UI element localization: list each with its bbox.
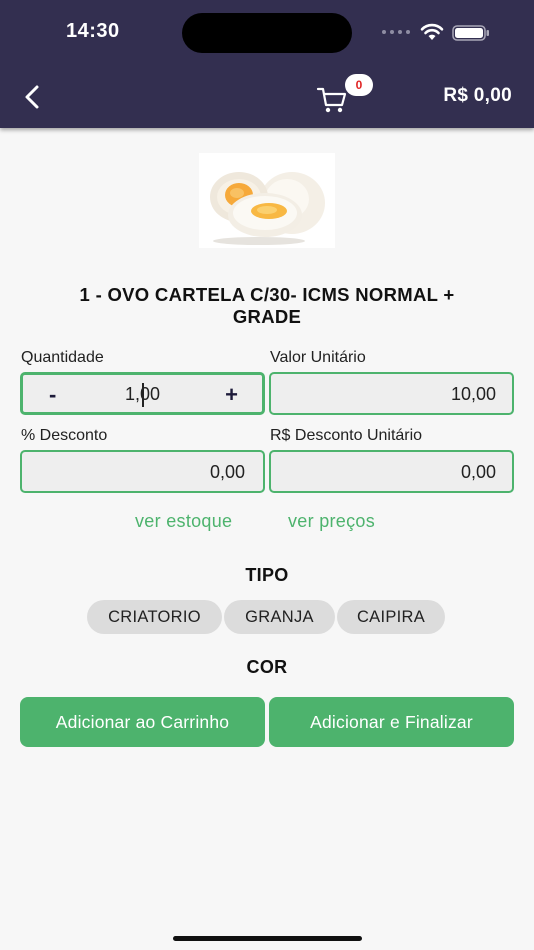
product-image	[199, 153, 335, 248]
discount-percent-value: 0,00	[209, 462, 245, 482]
cor-title: COR	[246, 657, 288, 677]
cart-icon	[316, 87, 347, 113]
app-header: 14:30 0 R$ 0,00	[0, 0, 534, 128]
back-arrow-icon[interactable]	[18, 82, 48, 112]
dynamic-island	[182, 13, 352, 53]
unit-price-value: 10,00	[450, 384, 496, 404]
tipo-chip-criatorio[interactable]: CRIATORIO	[87, 600, 222, 634]
view-stock-link[interactable]: ver estoque	[135, 511, 232, 532]
quantity-increase-button[interactable]: +	[225, 382, 238, 408]
signal-icon	[382, 30, 410, 36]
discount-percent-label: % Desconto	[21, 427, 108, 444]
battery-icon	[452, 25, 489, 41]
tipo-chip-granja[interactable]: GRANJA	[224, 600, 335, 634]
quantity-label: Quantidade	[21, 349, 104, 366]
cart-total: R$ 0,00	[443, 85, 512, 106]
status-icons	[382, 22, 492, 44]
cart-count-badge: 0	[345, 74, 373, 96]
home-indicator	[173, 936, 362, 941]
product-title-line1: 1 - OVO CARTELA C/30- ICMS NORMAL +	[79, 284, 455, 305]
unit-price-field[interactable]: 10,00	[269, 372, 514, 415]
cart-button[interactable]: 0	[316, 74, 376, 120]
view-prices-link[interactable]: ver preços	[288, 511, 375, 532]
tipo-chip-caipira[interactable]: CAIPIRA	[337, 600, 445, 634]
product-title: 1 - OVO CARTELA C/30- ICMS NORMAL + GRAD…	[20, 284, 514, 328]
discount-unit-field[interactable]: 0,00	[269, 450, 514, 493]
unit-price-label: Valor Unitário	[270, 349, 366, 366]
wifi-icon	[420, 23, 444, 40]
quantity-stepper[interactable]: - 1,00 +	[20, 372, 265, 415]
add-and-finish-button[interactable]: Adicionar e Finalizar	[269, 697, 514, 747]
discount-unit-value: 0,00	[460, 462, 496, 482]
add-to-cart-button[interactable]: Adicionar ao Carrinho	[20, 697, 265, 747]
discount-percent-field[interactable]: 0,00	[20, 450, 265, 493]
product-title-line2: GRADE	[232, 306, 302, 327]
discount-unit-label: R$ Desconto Unitário	[270, 427, 423, 444]
text-cursor	[142, 383, 144, 407]
status-time: 14:30	[66, 20, 120, 42]
tipo-title: TIPO	[245, 565, 289, 585]
